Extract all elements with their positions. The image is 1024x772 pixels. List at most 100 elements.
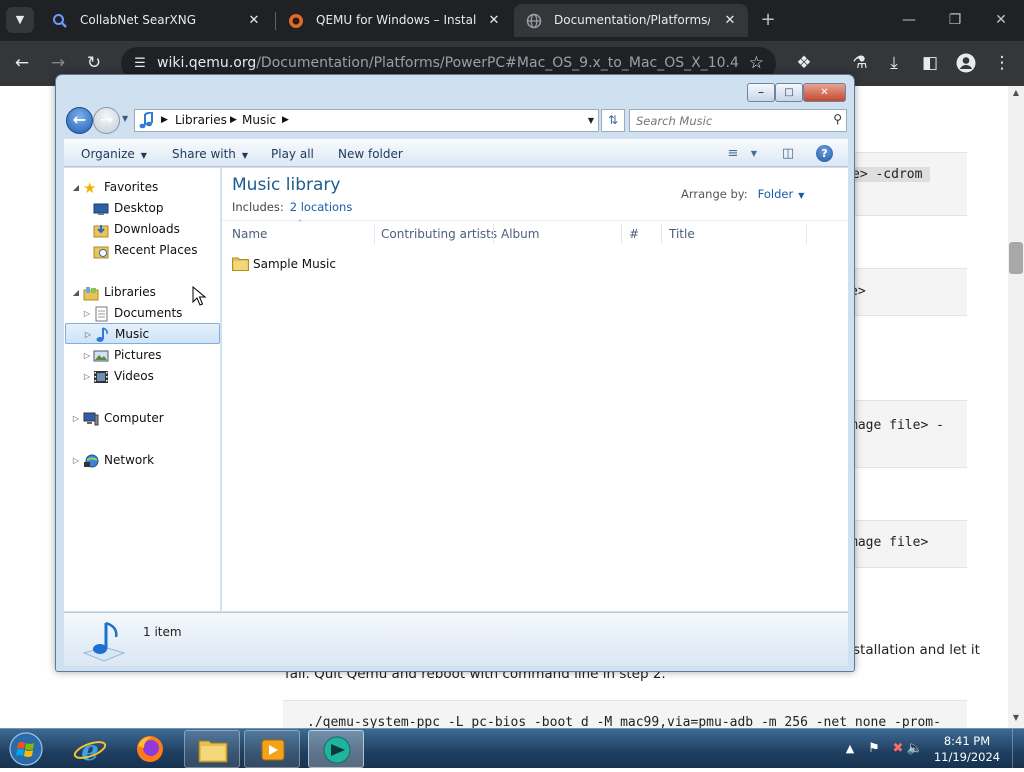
nav-videos[interactable]: ▷ Videos [64,366,214,387]
change-view-icon[interactable]: ≡ [724,145,742,163]
locations-link[interactable]: 2 locations [290,200,353,214]
expand-arrow-icon[interactable]: ▷ [71,408,81,429]
nav-documents[interactable]: ▷ Documents [64,303,214,324]
minimize-button[interactable]: ⎯ [747,83,775,102]
share-with-button[interactable]: Share with ▼ [172,140,248,170]
scroll-up-arrow-icon[interactable]: ▲ [1008,88,1024,97]
active-app-taskbar-button[interactable] [308,730,364,768]
windows-explorer-taskbar-button[interactable] [184,730,240,768]
tab-search-dropdown[interactable]: ▼ [6,7,34,33]
close-icon[interactable]: ✕ [722,4,738,37]
extensions-icon[interactable]: ❖ [790,49,818,77]
collapse-arrow-icon[interactable]: ◢ [71,282,81,303]
expand-arrow-icon[interactable]: ▷ [82,345,92,366]
column-divider[interactable] [806,224,807,244]
collapse-arrow-icon[interactable]: ◢ [71,177,81,198]
expand-arrow-icon[interactable]: ▷ [82,303,92,324]
column-divider[interactable] [374,224,375,244]
nav-music[interactable]: ▷ Music [65,323,220,344]
media-player-taskbar-button[interactable] [244,730,300,768]
forward-arrow-icon[interactable]: → [93,107,120,134]
arrange-by-dropdown[interactable]: Folder ▼ [758,187,805,201]
back-arrow-icon[interactable]: ← [66,107,93,134]
column-header-album[interactable]: Album [501,221,539,247]
preview-pane-icon[interactable]: ◫ [779,145,797,163]
navigation-pane: ◢ ★ Favorites Desktop Downloads Recent P… [64,168,221,611]
close-window-button[interactable]: ✕ [978,0,1024,41]
expand-arrow-icon[interactable]: ▷ [83,324,93,345]
column-divider[interactable] [493,224,494,244]
code-text: e> -cdrom [850,167,931,182]
close-icon[interactable]: ✕ [486,4,502,37]
download-icon[interactable]: ⤓ [880,49,908,77]
help-icon[interactable]: ? [816,145,833,162]
site-info-icon[interactable]: ☰ [131,55,149,73]
system-clock[interactable]: 8:41 PM 11/19/2024 [925,733,1009,765]
tab-qemu-docs[interactable]: Documentation/Platforms/PowerPC ✕ [514,4,748,37]
library-includes: Includes: 2 locations [232,200,352,214]
menu-kebab-icon[interactable]: ⋮ [988,49,1016,77]
column-header-contributing-artists[interactable]: Contributing artists [381,221,497,247]
forward-button[interactable]: → [44,49,72,77]
reload-button[interactable]: ↻ [80,49,108,77]
expand-arrow-icon[interactable]: ▷ [71,450,81,471]
breadcrumb-separator-icon[interactable]: ▶ [161,110,168,131]
breadcrumb-separator-icon[interactable]: ▶ [282,110,289,131]
nav-favorites[interactable]: ◢ ★ Favorites [64,177,214,198]
nav-downloads[interactable]: Downloads [64,219,214,240]
column-divider[interactable] [661,224,662,244]
show-desktop-button[interactable] [1012,729,1024,769]
recent-pages-dropdown[interactable]: ▼ [122,114,128,123]
tab-searxng[interactable]: CollabNet SearXNG ✕ [40,4,272,37]
scrollbar-thumb[interactable] [1009,242,1023,274]
scroll-down-arrow-icon[interactable]: ▼ [1008,713,1024,722]
profile-avatar-icon[interactable] [952,49,980,77]
column-header-number[interactable]: # [629,221,639,247]
globe-icon [526,13,542,29]
side-panel-icon[interactable]: ◧ [916,49,944,77]
search-input[interactable] [636,110,826,131]
star-icon: ★ [83,179,97,197]
breadcrumb-libraries[interactable]: Libraries [175,110,227,131]
play-all-button[interactable]: Play all [271,140,314,168]
network-icon [84,454,99,468]
page-scrollbar[interactable]: ▲ ▼ [1008,86,1024,728]
new-folder-button[interactable]: New folder [338,140,403,168]
breadcrumb-separator-icon[interactable]: ▶ [230,110,237,131]
expand-arrow-icon[interactable]: ▷ [82,366,92,387]
search-box[interactable]: ⚲ [629,109,847,132]
column-header-name[interactable]: Name [232,221,267,247]
nav-recent-places[interactable]: Recent Places [64,240,214,261]
breadcrumb-music[interactable]: Music [242,110,276,131]
close-icon[interactable]: ✕ [246,4,262,37]
search-icon[interactable]: ⚲ [833,112,842,126]
minimize-button[interactable]: — [886,0,932,41]
close-button[interactable]: ✕ [803,83,846,102]
labs-flask-icon[interactable]: ⚗ [846,49,874,77]
nav-desktop[interactable]: Desktop [64,198,214,219]
column-divider[interactable] [621,224,622,244]
organize-button[interactable]: Organize ▼ [81,140,147,170]
network-disconnected-icon[interactable]: ✖ [888,729,908,769]
start-orb-icon[interactable] [4,730,48,768]
paragraph-text: stallation and let it [853,642,980,658]
address-bar[interactable]: ▶ Libraries ▶ Music ▶ ▼ [134,109,599,132]
internet-explorer-icon[interactable]: e [62,730,118,768]
refresh-icon[interactable]: ⇅ [601,109,625,132]
action-center-flag-icon[interactable]: ⚑ [864,729,884,769]
volume-icon[interactable]: 🔈 [906,729,924,769]
address-history-dropdown[interactable]: ▼ [588,110,594,131]
column-header-title[interactable]: Title [669,221,695,247]
restore-button[interactable]: ❐ [932,0,978,41]
column-headers: Name ˄ Contributing artists Album # Titl… [222,219,848,248]
tab-qemu-installers[interactable]: QEMU for Windows – Installers (64 bit) ✕ [276,4,512,37]
nav-computer[interactable]: ▷ Computer [64,408,214,429]
firefox-icon[interactable] [122,730,178,768]
show-hidden-icons-arrow[interactable]: ▲ [844,729,856,769]
new-tab-button[interactable]: + [758,8,778,32]
maximize-button[interactable]: □ [775,83,803,102]
nav-network[interactable]: ▷ Network [64,450,214,471]
view-options-dropdown[interactable]: ▼ [745,145,763,163]
back-button[interactable]: ← [8,49,36,77]
nav-pictures[interactable]: ▷ Pictures [64,345,214,366]
